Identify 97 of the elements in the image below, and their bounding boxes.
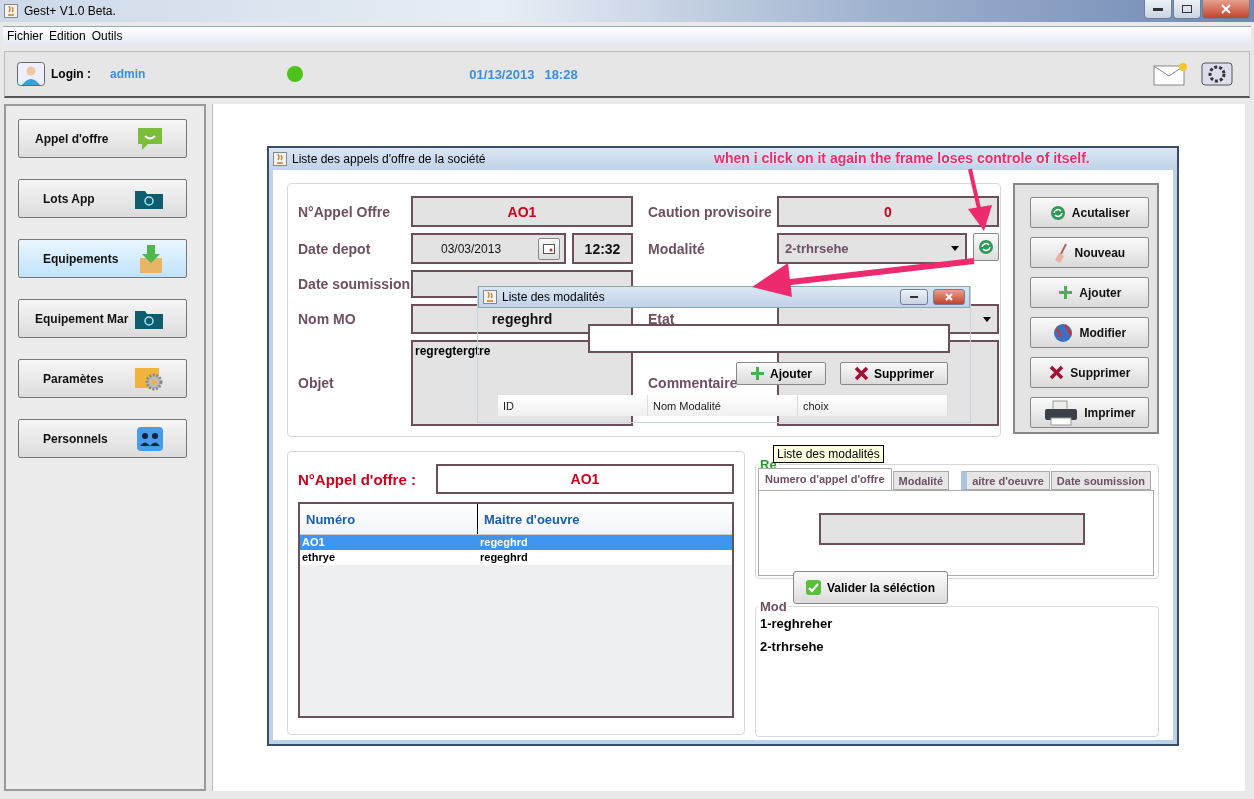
close-icon — [945, 293, 953, 301]
menu-item[interactable]: Outils — [91, 29, 123, 43]
user-name: admin — [110, 67, 146, 81]
close-button[interactable] — [933, 289, 965, 305]
field-label: Etat — [648, 311, 675, 327]
sidebar-button[interactable]: Appel d'offre — [18, 119, 187, 158]
modality-item: 2-trhrsehe — [760, 639, 825, 654]
column-header[interactable]: Numéro — [300, 504, 478, 534]
refresh-icon — [1049, 204, 1066, 221]
field-label: Nom MO — [298, 311, 356, 327]
app-icon — [483, 290, 497, 304]
app-icon — [4, 4, 18, 18]
modality-dropdown[interactable]: 2-trhrsehe — [777, 233, 967, 264]
input-field[interactable]: 0 — [777, 196, 999, 227]
calendar-icon — [543, 243, 555, 254]
action-button[interactable]: Supprimer — [1030, 357, 1150, 388]
minimize-button[interactable] — [1144, 0, 1172, 19]
field-label: Objet — [298, 375, 334, 391]
settings-icon — [134, 365, 164, 392]
tab[interactable]: aitre d'oeuvre — [961, 471, 1050, 490]
maximize-button[interactable] — [1173, 0, 1201, 19]
caret-icon — [951, 246, 959, 251]
action-button[interactable]: Nouveau — [1030, 237, 1150, 268]
printer-icon — [1044, 399, 1079, 426]
date-field[interactable]: 03/03/2013 — [411, 233, 566, 264]
field-label: Commentaire — [648, 375, 738, 391]
sidebar-button[interactable]: Equipement Mar — [18, 299, 187, 338]
globe-icon — [1053, 322, 1074, 343]
action-button[interactable]: Acutaliser — [1030, 197, 1150, 228]
status-dot-icon — [286, 65, 305, 83]
column-header[interactable]: ID — [498, 395, 648, 416]
caret-icon — [983, 316, 991, 322]
column-header[interactable]: Nom Modalité — [648, 395, 798, 416]
dialog-button[interactable]: Supprimer — [840, 362, 948, 385]
table-cell-text: AO1 — [301, 535, 326, 550]
tab[interactable]: Date soumission — [1050, 471, 1151, 490]
field-label: Caution provisoire — [648, 203, 772, 220]
tooltip: Liste des modalités — [773, 445, 884, 463]
field-label: N°Appel Offre — [298, 203, 390, 220]
plus-icon — [1058, 285, 1074, 300]
input-field[interactable] — [819, 513, 1085, 545]
refresh-icon — [978, 239, 994, 255]
sidebar-button[interactable]: Paramètes — [18, 359, 187, 398]
input-field[interactable]: AO1 — [436, 464, 734, 494]
input-field[interactable]: AO1 — [411, 196, 633, 227]
column-header[interactable]: Maitre d'oeuvre — [478, 504, 732, 534]
field-label: Date depot — [298, 240, 371, 257]
modality-item: 1-reghreher — [760, 616, 834, 631]
minimize-icon — [910, 296, 918, 298]
sidebar-button[interactable]: Personnels — [18, 419, 187, 458]
minimize-button[interactable] — [900, 289, 928, 305]
field-label: Date soumission — [298, 276, 411, 292]
tab[interactable]: Modalité — [892, 471, 950, 490]
chat-icon — [136, 125, 164, 152]
settings-icon[interactable] — [1201, 62, 1233, 86]
table-row[interactable]: ethrye regeghrd — [300, 550, 732, 565]
calendar-button[interactable] — [538, 237, 560, 260]
people-icon — [136, 425, 164, 452]
dialog-button[interactable]: Ajouter — [736, 362, 826, 385]
window-title: Liste des appels d'offre de la société — [292, 152, 486, 166]
close-button[interactable] — [1202, 0, 1250, 19]
broom-icon — [1054, 242, 1069, 263]
refresh-button[interactable] — [973, 233, 999, 261]
close-icon — [1221, 4, 1231, 14]
table-cell-text: regeghrd — [479, 550, 529, 565]
plus-icon — [750, 366, 765, 381]
current-date: 01/13/2013 — [469, 66, 535, 82]
menu-item[interactable]: Edition — [49, 29, 86, 43]
action-button[interactable]: Imprimer — [1030, 397, 1150, 428]
minimize-icon — [1153, 7, 1163, 11]
checkmark-icon — [805, 580, 821, 595]
delete-icon — [1049, 365, 1065, 380]
group-title: Mod — [759, 599, 788, 614]
user-avatar-icon — [17, 62, 45, 86]
box-download-icon — [138, 243, 164, 274]
dialog-title: Liste des modalités — [502, 290, 605, 304]
login-label: Login : — [51, 67, 91, 81]
window-title: Gest+ V1.0 Beta. — [24, 4, 116, 18]
action-button[interactable]: Ajouter — [1030, 277, 1150, 308]
action-button[interactable]: Modifier — [1030, 317, 1150, 348]
input-field[interactable] — [588, 324, 950, 353]
tab[interactable]: Numero d'appel d'offre — [758, 468, 892, 490]
column-header[interactable]: choix — [798, 395, 948, 416]
delete-icon — [854, 366, 869, 381]
current-time: 18:28 — [544, 66, 578, 82]
sidebar-button[interactable]: Lots App — [18, 179, 187, 218]
app-icon — [273, 152, 287, 166]
table-cell-text: ethrye — [301, 550, 337, 565]
sidebar-button[interactable]: Equipements — [18, 239, 187, 278]
menu-item[interactable]: Fichier — [7, 29, 43, 43]
table-cell-text: regeghrd — [479, 535, 529, 550]
maximize-icon — [1182, 5, 1192, 13]
field-label: N°Appel d'offre : — [298, 470, 416, 488]
field-label: Modalité — [648, 240, 705, 257]
validate-button[interactable]: Valider la séléction — [793, 571, 948, 604]
time-field[interactable]: 12:32 — [572, 233, 633, 264]
annotation-text: when i click on it again the frame loses controle of itself. — [714, 150, 1090, 166]
